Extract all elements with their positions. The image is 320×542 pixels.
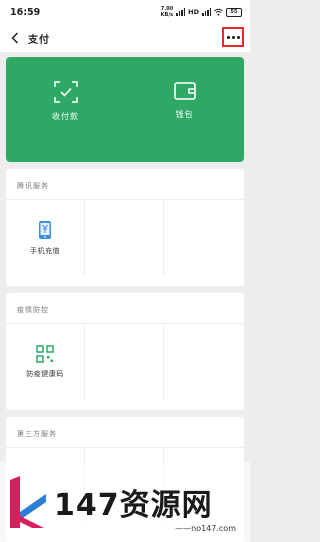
watermark-text: 147资源网 <box>54 488 213 523</box>
empty-cell <box>85 324 164 400</box>
health-code-label: 防疫健康码 <box>26 370 64 378</box>
pay-receive-button[interactable]: 收付款 <box>6 57 125 162</box>
network-speed-unit: KB/s <box>160 12 174 18</box>
battery-level: 55 <box>230 8 238 15</box>
qr-code-icon <box>36 345 54 363</box>
wifi-icon <box>214 8 223 16</box>
more-dot <box>231 35 235 39</box>
mobile-topup-label: 手机充值 <box>30 247 60 255</box>
wallet-button[interactable]: 钱包 <box>125 57 244 162</box>
wallet-label: 钱包 <box>175 110 194 119</box>
status-bar: 16:59 7.00 KB/s HD 55 <box>0 0 250 24</box>
phone-yuan-icon <box>39 221 51 239</box>
section-epidemic-control: 疫情防控 防疫健康码 <box>6 293 244 410</box>
page-title: 支付 <box>28 34 50 46</box>
section-title: 腾讯服务 <box>17 182 49 190</box>
more-options-button[interactable] <box>222 27 244 47</box>
empty-cell <box>164 324 243 400</box>
more-dot <box>236 35 240 39</box>
pay-receive-label: 收付款 <box>52 112 79 121</box>
signal-icon <box>176 8 186 16</box>
status-time: 16:59 <box>10 6 41 18</box>
empty-cell <box>85 200 164 276</box>
watermark-logo-icon <box>10 476 46 528</box>
section-title: 第三方服务 <box>17 430 57 438</box>
signal-icon-2 <box>202 8 211 16</box>
scan-check-icon <box>53 81 78 103</box>
wallet-icon <box>173 82 196 100</box>
watermark-url: ——no147.com <box>175 524 236 533</box>
pay-panel: 收付款 钱包 <box>6 57 244 162</box>
section-grid: 防疫健康码 <box>6 323 244 400</box>
network-speed: 7.00 KB/s <box>161 6 174 18</box>
section-title: 疫情防控 <box>17 306 49 314</box>
chevron-left-icon[interactable] <box>8 31 22 45</box>
health-code-button[interactable]: 防疫健康码 <box>6 324 85 400</box>
hd-label: HD <box>188 8 199 16</box>
section-tencent-services: 腾讯服务 手机充值 <box>6 169 244 286</box>
section-grid: 手机充值 <box>6 199 244 276</box>
mobile-topup-button[interactable]: 手机充值 <box>6 200 85 276</box>
status-indicators: 7.00 KB/s HD 55 <box>161 6 242 18</box>
watermark: 147资源网 ——no147.com <box>0 462 250 542</box>
nav-header: 支付 <box>0 24 250 52</box>
empty-cell <box>164 200 243 276</box>
more-dot <box>226 35 230 39</box>
battery-icon: 55 <box>226 7 242 17</box>
